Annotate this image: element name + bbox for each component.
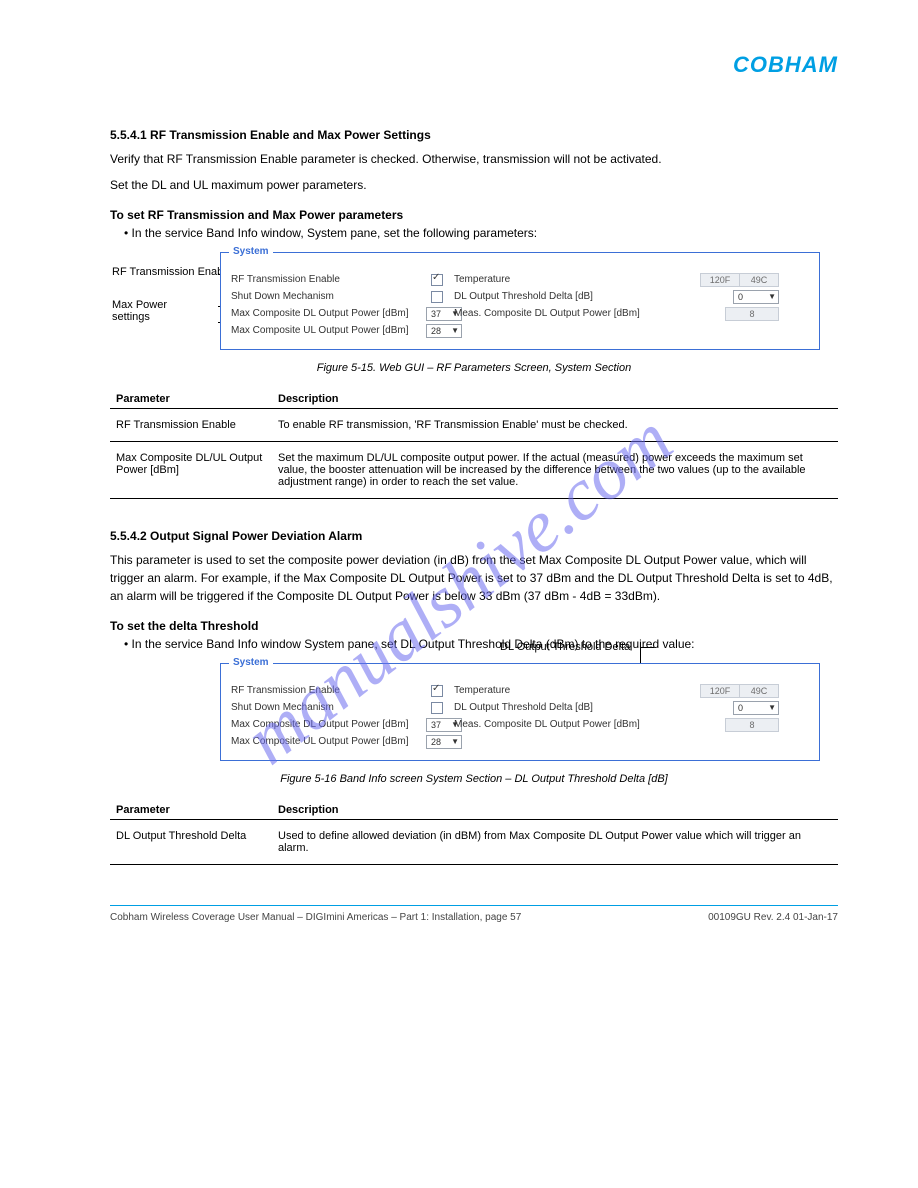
table2-header-desc: Description <box>272 801 838 820</box>
brand-logo: COBHAM <box>733 52 838 78</box>
second-p1: This parameter is used to set the compos… <box>110 551 838 605</box>
dl-thresh-label: DL Output Threshold Delta [dB] <box>448 291 659 302</box>
section-heading-1: 5.5.4.1 RF Transmission Enable and Max P… <box>110 128 838 142</box>
meas-dl-label-2: Meas. Composite DL Output Power [dBm] <box>448 719 659 730</box>
chevron-down-icon: ▼ <box>451 737 459 746</box>
callout-max-label: Max Power settings <box>112 299 167 323</box>
shutdown-label: Shut Down Mechanism <box>231 291 426 302</box>
max-dl-value-2: 37 <box>431 720 441 730</box>
dl-thresh-value-2: 0 <box>738 703 743 713</box>
todo-2-step: • In the service Band Info window System… <box>110 637 838 651</box>
dl-thresh-value: 0 <box>738 292 743 302</box>
intro-p1: Verify that RF Transmission Enable param… <box>110 150 838 168</box>
table-row: Max Composite DL/UL Output Power [dBm] S… <box>110 442 838 499</box>
table-row: RF Transmission Enable To enable RF tran… <box>110 409 838 442</box>
meas-dl-value-2: 8 <box>725 718 779 732</box>
dl-thresh-label-2: DL Output Threshold Delta [dB] <box>448 702 659 713</box>
rf-enable-checkbox-2[interactable] <box>431 685 443 697</box>
chevron-down-icon: ▼ <box>451 326 459 335</box>
page-footer: Cobham Wireless Coverage User Manual – D… <box>110 905 838 923</box>
todo-1-step-text: In the service Band Info window, System … <box>132 226 538 240</box>
footer-left: Cobham Wireless Coverage User Manual – D… <box>110 912 521 923</box>
system-legend: System <box>229 246 273 257</box>
intro-p2: Set the DL and UL maximum power paramete… <box>110 176 838 194</box>
rf-enable-checkbox[interactable] <box>431 274 443 286</box>
max-ul-select[interactable]: 28 ▼ <box>426 324 462 338</box>
rf-enable-label-2: RF Transmission Enable <box>231 685 426 696</box>
table-row: DL Output Threshold Delta Used to define… <box>110 820 838 865</box>
chevron-down-icon: ▼ <box>768 292 776 301</box>
shutdown-checkbox[interactable] <box>431 291 443 303</box>
params-table-2: Parameter Description DL Output Threshol… <box>110 801 838 865</box>
temperature-c: 49C <box>740 273 779 287</box>
callout-rf-label: RF Transmission Enable <box>112 266 232 278</box>
max-ul-label-2: Max Composite UL Output Power [dBm] <box>231 736 426 747</box>
system-panel-2: System RF Transmission Enable Temperatur… <box>220 663 820 761</box>
todo-1-step: • In the service Band Info window, Syste… <box>110 226 838 240</box>
temperature-f: 120F <box>700 273 740 287</box>
section-heading-2: 5.5.4.2 Output Signal Power Deviation Al… <box>110 529 838 543</box>
system-panel-1: System RF Transmission Enable Temperatur… <box>220 252 820 350</box>
t1r0-desc: To enable RF transmission, 'RF Transmiss… <box>272 409 838 442</box>
table1-header-param: Parameter <box>110 390 272 409</box>
shutdown-checkbox-2[interactable] <box>431 702 443 714</box>
temperature-c-2: 49C <box>740 684 779 698</box>
max-dl-value: 37 <box>431 309 441 319</box>
t2r0-desc: Used to define allowed deviation (in dBM… <box>272 820 838 865</box>
temperature-label-2: Temperature <box>448 685 659 696</box>
temperature-f-2: 120F <box>700 684 740 698</box>
max-ul-value-2: 28 <box>431 737 441 747</box>
params-table-1: Parameter Description RF Transmission En… <box>110 390 838 499</box>
system-legend-2: System <box>229 657 273 668</box>
max-ul-value: 28 <box>431 326 441 336</box>
rf-enable-label: RF Transmission Enable <box>231 274 426 285</box>
footer-right: 00109GU Rev. 2.4 01-Jan-17 <box>708 912 838 923</box>
dl-thresh-select-2[interactable]: 0▼ <box>733 701 779 715</box>
dl-thresh-select[interactable]: 0▼ <box>733 290 779 304</box>
shutdown-label-2: Shut Down Mechanism <box>231 702 426 713</box>
t1r1-desc: Set the maximum DL/UL composite output p… <box>272 442 838 499</box>
temperature-label: Temperature <box>448 274 659 285</box>
t1r1-param: Max Composite DL/UL Output Power [dBm] <box>110 442 272 499</box>
max-dl-label-2: Max Composite DL Output Power [dBm] <box>231 719 426 730</box>
todo-1: To set RF Transmission and Max Power par… <box>110 208 838 222</box>
chevron-down-icon: ▼ <box>768 703 776 712</box>
max-ul-select-2[interactable]: 28 ▼ <box>426 735 462 749</box>
callout-dl-label: DL Output Threshold Delta <box>500 641 630 653</box>
meas-dl-label: Meas. Composite DL Output Power [dBm] <box>448 308 659 319</box>
max-ul-label: Max Composite UL Output Power [dBm] <box>231 325 426 336</box>
figure-caption-1: Figure 5-15. Web GUI – RF Parameters Scr… <box>110 362 838 374</box>
t1r0-param: RF Transmission Enable <box>110 409 272 442</box>
t2r0-param: DL Output Threshold Delta <box>110 820 272 865</box>
max-dl-label: Max Composite DL Output Power [dBm] <box>231 308 426 319</box>
figure-caption-2: Figure 5-16 Band Info screen System Sect… <box>110 773 838 785</box>
meas-dl-value: 8 <box>725 307 779 321</box>
table2-header-param: Parameter <box>110 801 272 820</box>
todo-2: To set the delta Threshold <box>110 619 838 633</box>
table1-header-desc: Description <box>272 390 838 409</box>
